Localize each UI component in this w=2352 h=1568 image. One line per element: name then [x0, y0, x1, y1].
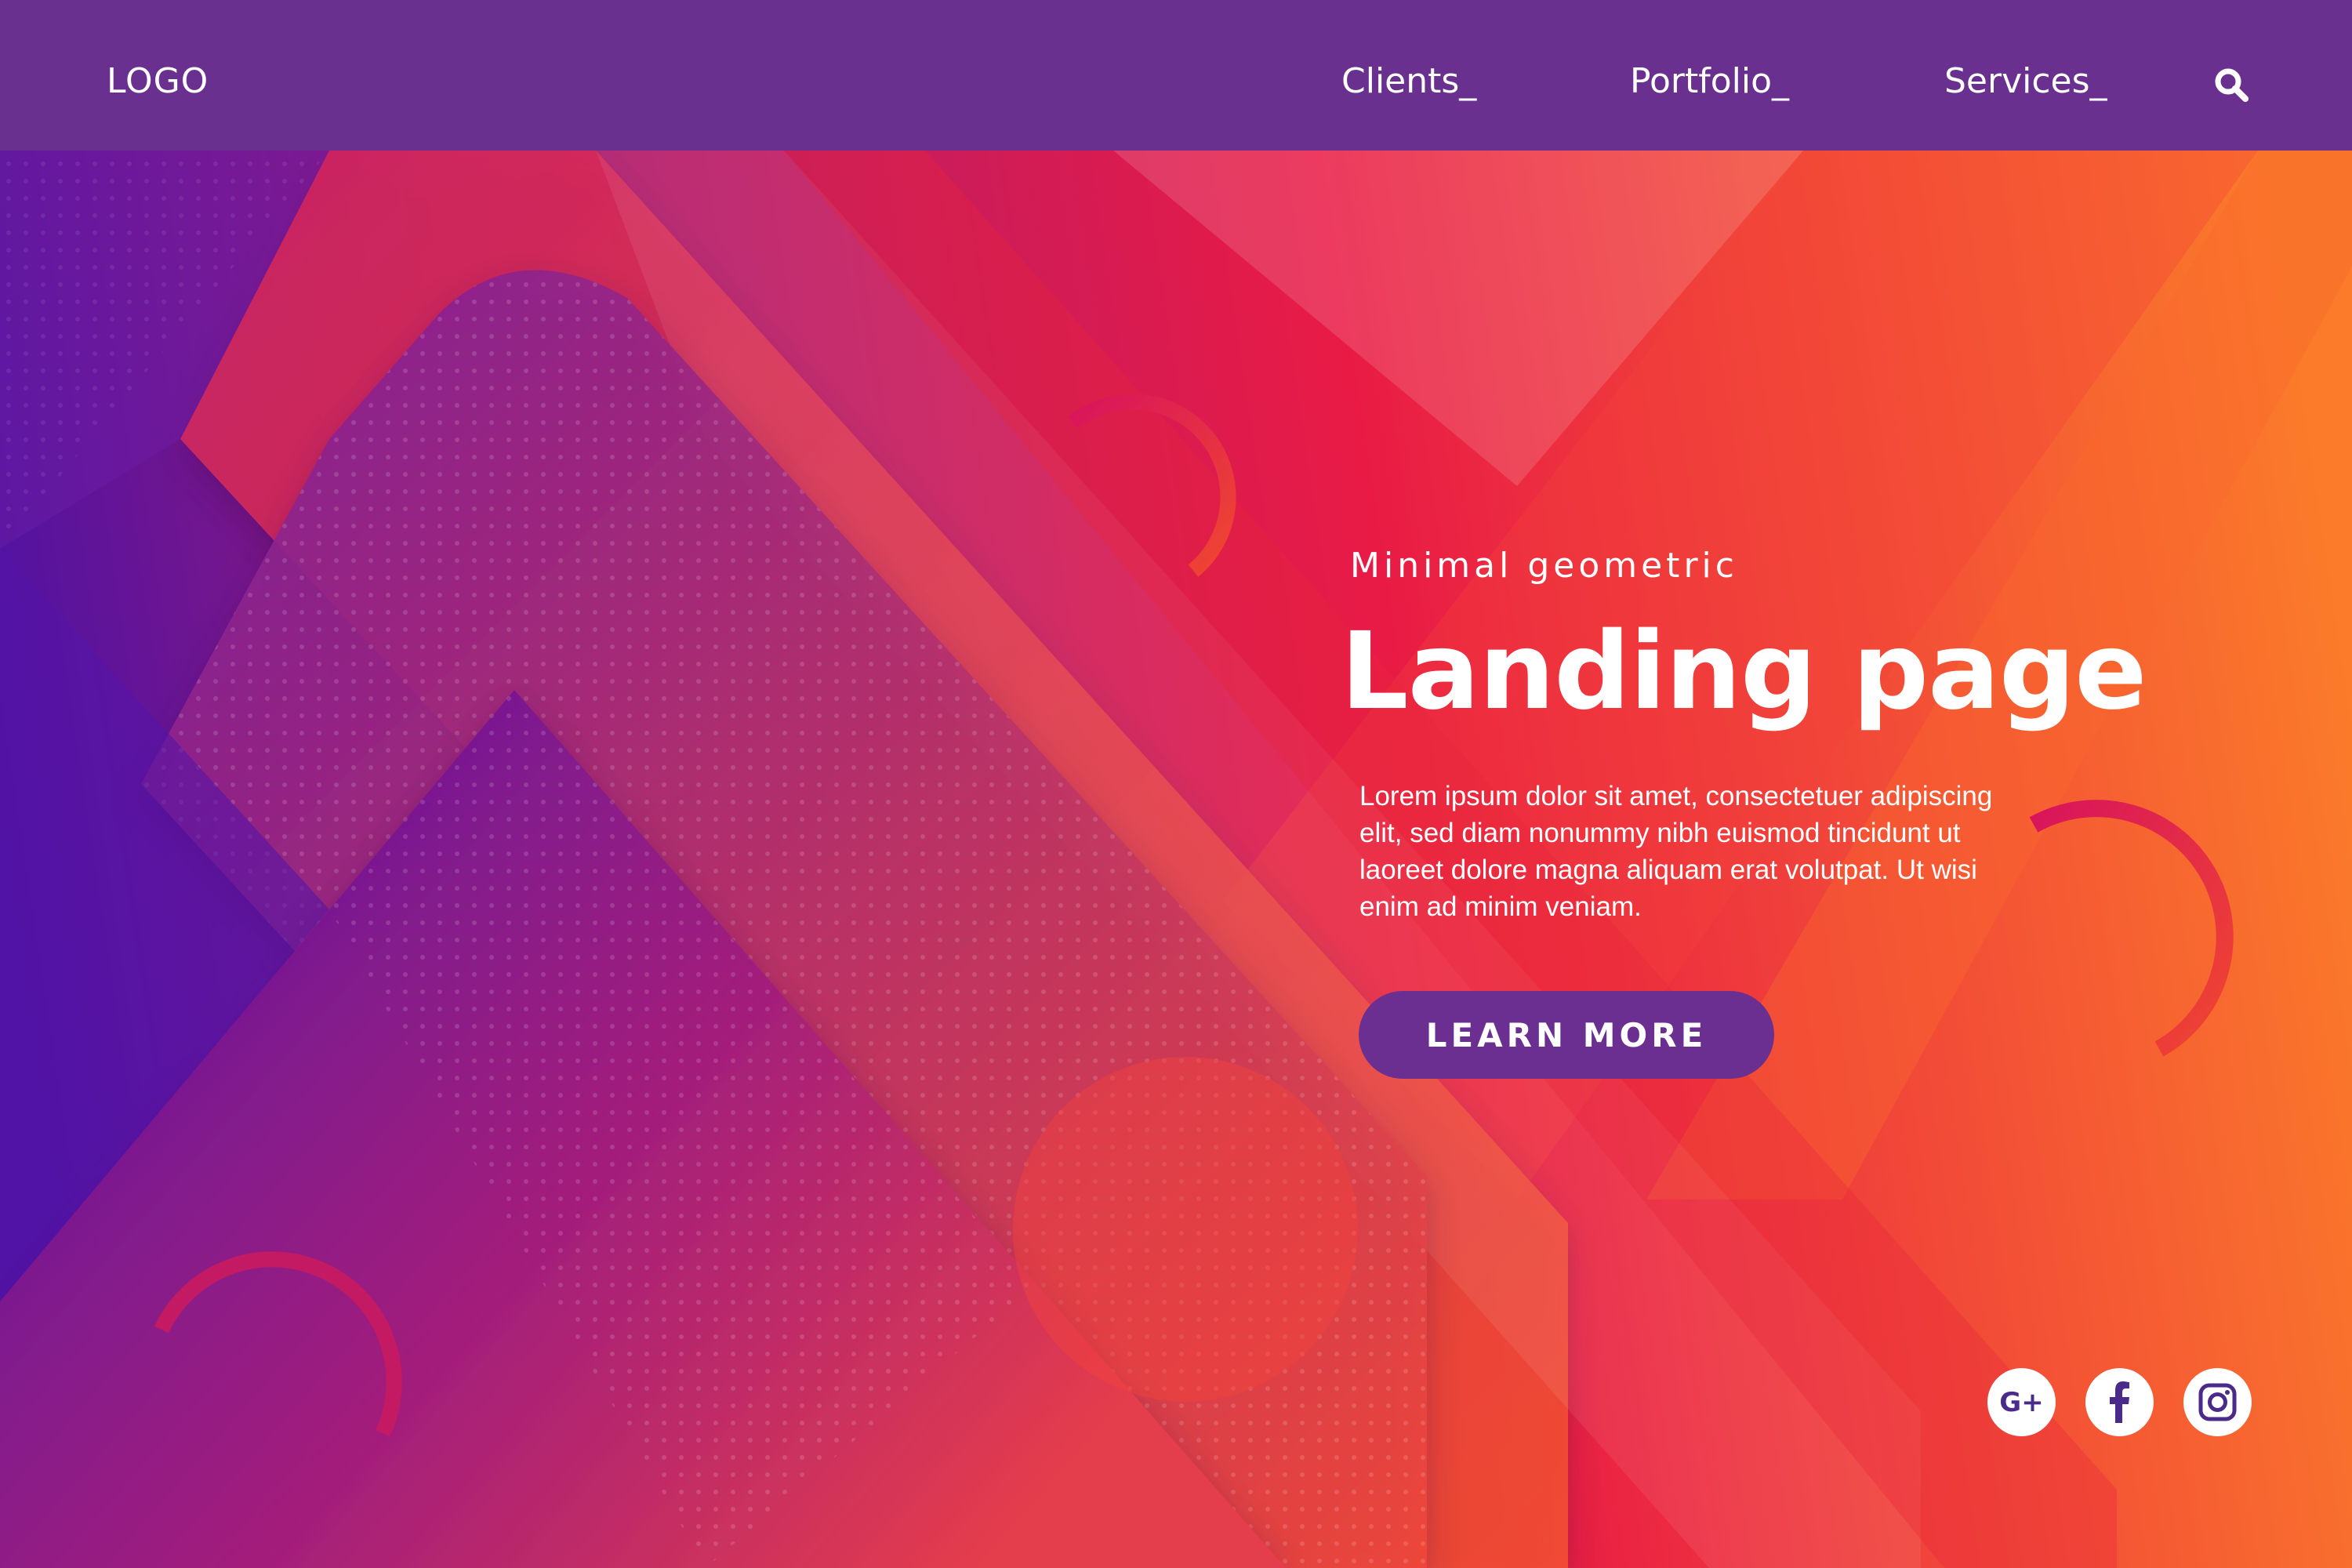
hero-subtitle: Minimal geometric [1350, 546, 1738, 586]
facebook-icon [2110, 1381, 2129, 1423]
top-navigation-bar: LOGO Clients_ Portfolio_ Services_ [0, 0, 2352, 151]
instagram-link[interactable] [2183, 1368, 2252, 1436]
instagram-icon [2198, 1383, 2237, 1421]
hero-title: Landing page [1341, 610, 2147, 734]
nav-link-clients[interactable]: Clients_ [1341, 61, 1476, 101]
search-button[interactable] [2212, 66, 2250, 103]
logo[interactable]: LOGO [107, 61, 209, 101]
hero-description: Lorem ipsum dolor sit amet, consectetuer… [1359, 781, 1993, 922]
google-plus-icon: G+ [1999, 1387, 2043, 1418]
google-plus-link[interactable]: G+ [1987, 1368, 2056, 1436]
search-icon [2215, 68, 2249, 102]
facebook-link[interactable] [2085, 1368, 2154, 1436]
google-plus-label: G+ [1999, 1387, 2043, 1418]
nav-link-services[interactable]: Services_ [1944, 61, 2107, 101]
nav-link-portfolio[interactable]: Portfolio_ [1630, 61, 1789, 101]
learn-more-button[interactable]: LEARN MORE [1359, 991, 1774, 1079]
